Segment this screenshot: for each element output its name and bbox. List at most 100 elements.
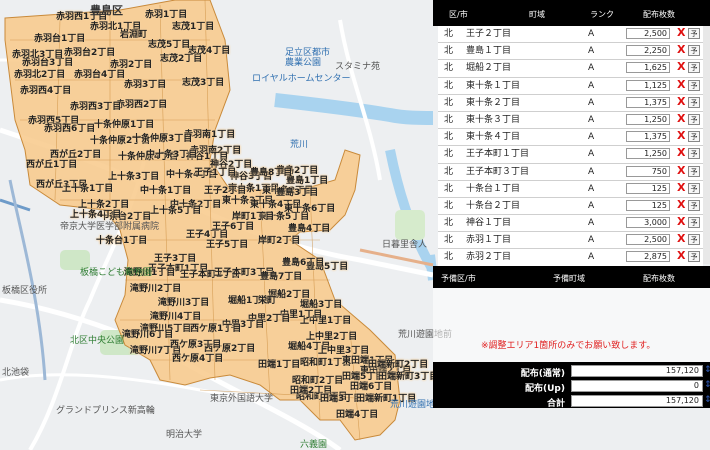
area-label[interactable]: 田端新町2丁目 [368, 360, 428, 370]
area-label[interactable]: 赤羽西6丁目 [44, 124, 95, 134]
area-label[interactable]: 上十条1丁目 [62, 184, 113, 194]
qty-input[interactable]: 1,250 [626, 113, 670, 125]
reserve-button[interactable]: 予 [688, 217, 700, 229]
delete-icon[interactable]: X [677, 181, 685, 194]
area-label[interactable]: 王子6丁目 [212, 222, 254, 232]
reserve-button[interactable]: 予 [688, 79, 700, 91]
area-label[interactable]: 上十条5丁目 [150, 206, 201, 216]
area-label[interactable]: 栄町 [258, 296, 276, 306]
delete-icon[interactable]: X [677, 147, 685, 159]
area-label[interactable]: 十条台1丁目 [96, 236, 147, 246]
area-label[interactable]: 岸町2丁目 [258, 236, 300, 246]
area-label[interactable]: 豊島7丁目 [260, 272, 302, 282]
area-label[interactable]: 西が丘2丁目 [50, 150, 101, 160]
area-label[interactable]: 赤羽3丁目 [124, 80, 166, 90]
area-label[interactable]: 滝野川3丁目 [158, 298, 209, 308]
area-label[interactable]: 滝野川4丁目 [150, 312, 201, 322]
area-label[interactable]: 堀船3丁目 [300, 300, 342, 310]
qty-input[interactable]: 1,250 [626, 148, 670, 160]
delete-icon[interactable]: X [677, 44, 685, 56]
area-label[interactable]: 岩淵町 [120, 30, 147, 40]
area-label[interactable]: 東十条6丁目 [284, 204, 335, 214]
delete-icon[interactable]: X [677, 198, 685, 211]
area-label[interactable]: 志茂1丁目 [172, 22, 214, 32]
area-label[interactable]: 上十条3丁目 [108, 172, 159, 182]
area-label[interactable]: 豊島1丁目 [286, 176, 328, 186]
area-label[interactable]: 西が丘1丁目 [26, 160, 77, 170]
reserve-button[interactable]: 予 [688, 182, 700, 194]
area-label[interactable]: 赤羽西4丁目 [20, 86, 71, 96]
area-label[interactable]: 赤羽2丁目 [110, 60, 152, 70]
qty-input[interactable]: 125 [626, 182, 670, 194]
info-icon[interactable]: ↕ [704, 395, 710, 405]
area-label[interactable]: 上中里3丁目 [318, 346, 369, 356]
qty-input[interactable]: 2,250 [626, 45, 670, 57]
area-label[interactable]: 滝野川2丁目 [130, 284, 181, 294]
area-label[interactable]: 十条仲原3丁目 [132, 134, 192, 144]
qty-input[interactable]: 2,500 [626, 28, 670, 39]
info-icon[interactable]: ↕ [704, 365, 710, 375]
reserve-button[interactable]: 予 [688, 28, 700, 39]
reserve-button[interactable]: 予 [688, 148, 700, 160]
area-label[interactable]: 赤羽1丁目 [145, 10, 187, 20]
area-label[interactable]: 豊島8丁目 [250, 168, 292, 178]
area-label[interactable]: 豊島3丁目 [276, 188, 318, 198]
qty-input[interactable]: 3,000 [626, 217, 670, 229]
area-label[interactable]: 十条仲原1丁目 [94, 120, 154, 130]
qty-input[interactable]: 1,625 [626, 62, 670, 74]
area-label[interactable]: 田端6丁目 [350, 382, 392, 392]
delete-icon[interactable]: X [677, 112, 685, 125]
delete-icon[interactable]: X [677, 164, 685, 177]
area-label[interactable]: 中十条1丁目 [140, 186, 191, 196]
reserve-button[interactable]: 予 [688, 131, 700, 143]
area-label[interactable]: 赤羽北3丁目 [12, 50, 63, 60]
qty-input[interactable]: 2,875 [626, 251, 670, 263]
area-label[interactable]: 上中里2丁目 [306, 332, 357, 342]
area-label[interactable]: 西ケ原1丁目 [190, 324, 241, 334]
area-label[interactable]: 岸町1丁目 [232, 212, 274, 222]
area-label[interactable]: 志茂5丁目 [148, 40, 190, 50]
area-label[interactable]: 上十条4丁目 [70, 210, 121, 220]
reserve-button[interactable]: 予 [688, 45, 700, 57]
qty-input[interactable]: 125 [626, 199, 670, 211]
reserve-button[interactable]: 予 [688, 234, 700, 246]
area-label[interactable]: 昭和町2丁目 [292, 376, 343, 386]
area-label[interactable]: 中十条3丁目 [146, 150, 197, 160]
area-label[interactable]: 王子3丁目 [154, 254, 196, 264]
area-label[interactable]: 田端4丁目 [336, 410, 378, 420]
delete-icon[interactable]: X [677, 27, 685, 39]
area-label[interactable]: 王子2丁目 [204, 186, 246, 196]
reserve-button[interactable]: 予 [688, 113, 700, 125]
area-label[interactable]: 豊島4丁目 [288, 224, 330, 234]
qty-input[interactable]: 2,500 [626, 234, 670, 246]
area-label[interactable]: 田端新町3丁目 [378, 372, 438, 382]
qty-input[interactable]: 1,375 [626, 131, 670, 143]
reserve-button[interactable]: 予 [688, 96, 700, 108]
area-label[interactable]: 志茂3丁目 [182, 78, 224, 88]
delete-icon[interactable]: X [677, 95, 685, 108]
reserve-button[interactable]: 予 [688, 165, 700, 177]
area-label[interactable]: 田端1丁目 [258, 360, 300, 370]
area-label[interactable]: 赤羽北2丁目 [14, 70, 65, 80]
reserve-button[interactable]: 予 [688, 199, 700, 211]
info-icon[interactable]: ↕ [704, 380, 710, 390]
area-label[interactable]: 滝野川6丁目 [122, 330, 173, 340]
area-label[interactable]: 赤羽台1丁目 [34, 34, 85, 44]
area-label[interactable]: 王子1丁目 [194, 168, 236, 178]
delete-icon[interactable]: X [677, 250, 685, 262]
delete-icon[interactable]: X [677, 78, 685, 91]
delete-icon[interactable]: X [677, 130, 685, 142]
reserve-button[interactable]: 予 [688, 62, 700, 74]
area-label[interactable]: 王子5丁目 [206, 240, 248, 250]
area-label[interactable]: 西ケ原3丁目 [170, 340, 221, 350]
qty-input[interactable]: 750 [626, 165, 670, 177]
delete-icon[interactable]: X [677, 233, 685, 245]
area-label[interactable]: 赤羽台4丁目 [74, 70, 125, 80]
table-scrollbar[interactable] [703, 26, 710, 264]
area-label[interactable]: 西ケ原4丁目 [172, 354, 223, 364]
area-label[interactable]: 赤羽西3丁目 [70, 102, 121, 112]
area-label[interactable]: 志茂4丁目 [188, 46, 230, 56]
qty-input[interactable]: 1,375 [626, 96, 670, 108]
area-label[interactable]: 赤羽台2丁目 [64, 48, 115, 58]
qty-input[interactable]: 1,125 [626, 79, 670, 91]
